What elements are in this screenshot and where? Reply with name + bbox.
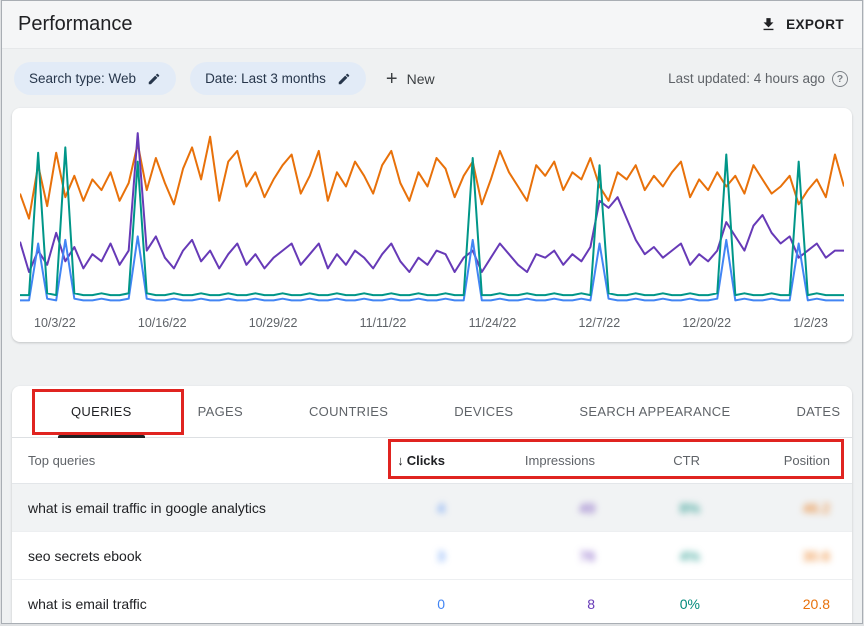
x-axis-tick: 1/2/23 xyxy=(793,316,828,330)
date-chip-label: Date: Last 3 months xyxy=(205,71,326,86)
tab-devices[interactable]: DEVICES xyxy=(421,386,546,437)
column-header-clicks[interactable]: ↓Clicks xyxy=(305,453,445,468)
page-header: Performance EXPORT xyxy=(2,1,862,49)
tab-queries[interactable]: QUERIES xyxy=(38,386,165,437)
query-cell: what is email traffic xyxy=(28,596,305,612)
tab-label: SEARCH APPEARANCE xyxy=(579,404,730,419)
performance-chart-card: 10/3/22 10/16/22 10/29/22 11/11/22 11/24/22 1… xyxy=(12,108,852,342)
x-axis-tick: 12/20/22 xyxy=(682,316,731,330)
position-cell: 46.2 xyxy=(700,500,830,516)
export-label: EXPORT xyxy=(786,17,844,32)
position-cell: 20.8 xyxy=(700,596,830,612)
date-filter-chip[interactable]: Date: Last 3 months xyxy=(190,62,366,95)
queries-table-card: QUERIES PAGES COUNTRIES DEVICES SEARCH A… xyxy=(12,386,852,624)
x-axis-tick: 10/29/22 xyxy=(249,316,298,330)
ctr-cell: 0% xyxy=(595,596,700,612)
query-cell: seo secrets ebook xyxy=(28,548,305,564)
table-row[interactable]: what is email traffic in google analytic… xyxy=(12,484,852,532)
last-updated: Last updated: 4 hours ago ? xyxy=(668,71,848,87)
filter-bar: Search type: Web Date: Last 3 months + N… xyxy=(2,49,862,104)
column-header-position[interactable]: Position xyxy=(700,453,830,468)
query-cell: what is email traffic in google analytic… xyxy=(28,500,305,516)
tab-dates[interactable]: DATES xyxy=(763,386,863,437)
x-axis-tick: 11/24/22 xyxy=(469,316,517,330)
tab-label: DEVICES xyxy=(454,404,513,419)
table-row[interactable]: what is email traffic 0 8 0% 20.8 xyxy=(12,580,852,624)
new-filter-label: New xyxy=(407,71,435,87)
clicks-cell: 0 xyxy=(305,596,445,612)
chart-x-axis: 10/3/22 10/16/22 10/29/22 11/11/22 11/24/22 1… xyxy=(20,310,844,342)
x-axis-tick: 12/7/22 xyxy=(578,316,620,330)
column-header-ctr[interactable]: CTR xyxy=(595,453,700,468)
search-type-chip-label: Search type: Web xyxy=(29,71,136,86)
edit-pencil-icon xyxy=(147,72,161,86)
table-header-row: Top queries ↓Clicks Impressions CTR Posi… xyxy=(12,438,852,484)
tab-label: DATES xyxy=(796,404,840,419)
x-axis-tick: 11/11/22 xyxy=(360,316,407,330)
sort-descending-icon: ↓ xyxy=(397,453,404,468)
plus-icon: + xyxy=(386,69,398,89)
position-cell: 30.6 xyxy=(700,548,830,564)
dimension-tabs: QUERIES PAGES COUNTRIES DEVICES SEARCH A… xyxy=(12,386,852,438)
clicks-cell: 3 xyxy=(305,548,445,564)
impressions-cell: 76 xyxy=(445,548,595,564)
new-filter-button[interactable]: + New xyxy=(386,69,435,89)
tab-label: QUERIES xyxy=(71,404,132,419)
tab-label: PAGES xyxy=(198,404,243,419)
column-header-impressions[interactable]: Impressions xyxy=(445,453,595,468)
column-header-top-queries[interactable]: Top queries xyxy=(28,453,305,468)
tab-countries[interactable]: COUNTRIES xyxy=(276,386,421,437)
clicks-header-label: Clicks xyxy=(407,453,445,468)
last-updated-text: Last updated: 4 hours ago xyxy=(668,71,825,86)
impressions-cell: 8 xyxy=(445,596,595,612)
clicks-cell: 4 xyxy=(305,500,445,516)
ctr-cell: 4% xyxy=(595,548,700,564)
export-button[interactable]: EXPORT xyxy=(760,16,844,33)
edit-pencil-icon xyxy=(337,72,351,86)
performance-chart-svg[interactable] xyxy=(20,118,844,310)
x-axis-tick: 10/16/22 xyxy=(138,316,187,330)
tab-pages[interactable]: PAGES xyxy=(165,386,276,437)
x-axis-tick: 10/3/22 xyxy=(34,316,76,330)
tab-search-appearance[interactable]: SEARCH APPEARANCE xyxy=(546,386,763,437)
search-type-filter-chip[interactable]: Search type: Web xyxy=(14,62,176,95)
tab-label: COUNTRIES xyxy=(309,404,388,419)
page-title: Performance xyxy=(18,13,133,36)
impressions-cell: 49 xyxy=(445,500,595,516)
ctr-cell: 8% xyxy=(595,500,700,516)
search-console-performance-page: Performance EXPORT Search type: Web Date… xyxy=(1,0,863,624)
table-row[interactable]: seo secrets ebook 3 76 4% 30.6 xyxy=(12,532,852,580)
help-icon[interactable]: ? xyxy=(832,71,848,87)
download-icon xyxy=(760,16,777,33)
